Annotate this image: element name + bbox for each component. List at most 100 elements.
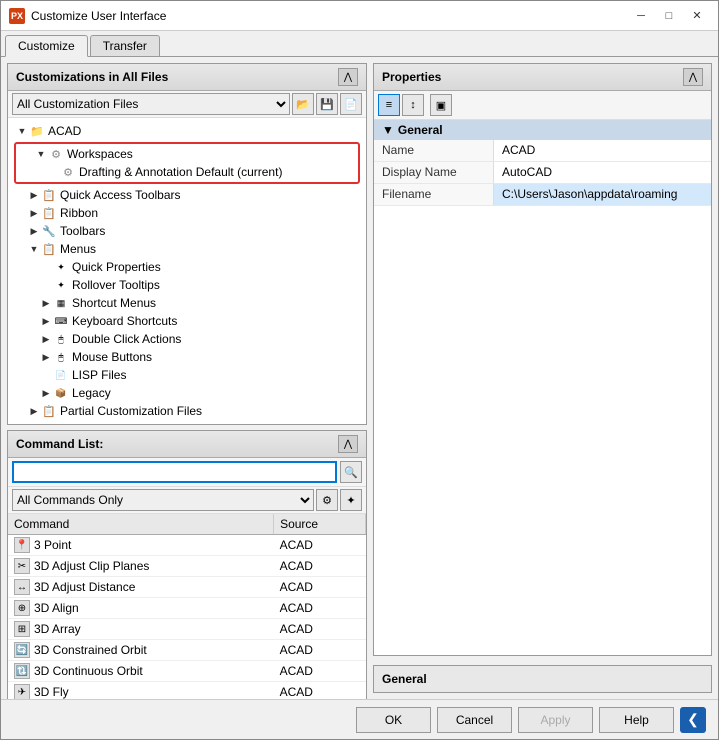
save-button[interactable]: 💾 [316, 93, 338, 115]
expand-legacy[interactable]: ▶ [40, 387, 52, 399]
props-list-btn[interactable]: ≡ [378, 94, 400, 116]
filter-btn-2[interactable]: ✦ [340, 489, 362, 511]
expand-rollover[interactable] [40, 279, 52, 291]
expand-workspaces[interactable]: ▼ [35, 148, 47, 160]
titlebar-controls: ─ □ ✕ [628, 6, 710, 26]
tree-item-quickprops[interactable]: ✦ Quick Properties [10, 258, 364, 276]
window-title: Customize User Interface [31, 9, 166, 23]
tree-item-shortcutmenus[interactable]: ▶ ▦ Shortcut Menus [10, 294, 364, 312]
expand-partialcust[interactable]: ▶ [28, 405, 40, 417]
cancel-button[interactable]: Cancel [437, 707, 512, 733]
shortcutmenus-label: Shortcut Menus [72, 296, 156, 310]
expand-menus[interactable]: ▼ [28, 243, 40, 255]
tab-transfer[interactable]: Transfer [90, 35, 160, 56]
expand-quickaccess[interactable]: ▶ [28, 189, 40, 201]
section-collapse-icon: ▼ [382, 123, 394, 137]
table-row[interactable]: ⊕ 3D Align ACAD [8, 598, 366, 619]
table-row[interactable]: 🔄 3D Constrained Orbit ACAD [8, 640, 366, 661]
cmd-source-cell: ACAD [274, 640, 366, 661]
command-collapse-button[interactable]: ⋀ [338, 435, 358, 453]
tree-item-toolbars[interactable]: ▶ 🔧 Toolbars [10, 222, 364, 240]
command-search-row: 🔍 [8, 458, 366, 487]
search-button[interactable]: 🔍 [340, 461, 362, 483]
props-content: ▼ General Name ACAD Display Name AutoCAD… [374, 120, 711, 655]
cmd-name: 3D Fly [34, 685, 69, 699]
minimize-button[interactable]: ─ [628, 6, 654, 26]
expand-mousebuttons[interactable]: ▶ [40, 351, 52, 363]
tree-item-partialcust[interactable]: ▶ 📋 Partial Customization Files [10, 402, 364, 420]
customizations-title: Customizations in All Files [16, 70, 168, 84]
table-row[interactable]: ⊞ 3D Array ACAD [8, 619, 366, 640]
close-button[interactable]: ✕ [684, 6, 710, 26]
cmd-name-cell: ✈ 3D Fly [8, 682, 274, 700]
cmd-icon: 🔃 [14, 663, 30, 679]
expand-shortcutmenus[interactable]: ▶ [40, 297, 52, 309]
command-table: Command Source 📍 3 Point ACAD [8, 514, 366, 699]
expand-doubleclick[interactable]: ▶ [40, 333, 52, 345]
tree-item-keyboard[interactable]: ▶ ⌨ Keyboard Shortcuts [10, 312, 364, 330]
table-row[interactable]: 🔃 3D Continuous Orbit ACAD [8, 661, 366, 682]
customization-files-select[interactable]: All Customization Files [12, 93, 290, 115]
left-panel: Customizations in All Files ⋀ All Custom… [7, 63, 367, 693]
tree-item-doubleclick[interactable]: ▶ 🖱 Double Click Actions [10, 330, 364, 348]
header-controls: ⋀ [338, 68, 358, 86]
table-row[interactable]: ✈ 3D Fly ACAD [8, 682, 366, 700]
expand-toolbars[interactable]: ▶ [28, 225, 40, 237]
table-row[interactable]: 📍 3 Point ACAD [8, 535, 366, 556]
cmd-source-cell: ACAD [274, 535, 366, 556]
nav-back-button[interactable]: ❮ [680, 707, 706, 733]
table-row[interactable]: ✂ 3D Adjust Clip Planes ACAD [8, 556, 366, 577]
main-content: Customizations in All Files ⋀ All Custom… [1, 57, 718, 699]
titlebar: PX Customize User Interface ─ □ ✕ [1, 1, 718, 31]
cmd-name: 3D Continuous Orbit [34, 664, 143, 678]
partialcust-label: Partial Customization Files [60, 404, 202, 418]
props-sort-btn[interactable]: ↕ [402, 94, 424, 116]
tree-item-legacy[interactable]: ▶ 📦 Legacy [10, 384, 364, 402]
tab-customize[interactable]: Customize [5, 35, 88, 57]
ribbon-label: Ribbon [60, 206, 98, 220]
tree-item-ribbon[interactable]: ▶ 📋 Ribbon [10, 204, 364, 222]
apply-button[interactable]: Apply [518, 707, 593, 733]
tree-item-menus[interactable]: ▼ 📋 Menus [10, 240, 364, 258]
tree-item-workspaces[interactable]: ▼ ⚙ Workspaces [17, 145, 357, 163]
tree-item-quickaccess[interactable]: ▶ 📋 Quick Access Toolbars [10, 186, 364, 204]
rollover-icon: ✦ [53, 277, 69, 293]
help-button[interactable]: Help [599, 707, 674, 733]
name-value: ACAD [494, 140, 711, 161]
props-cat-btn[interactable]: ▣ [430, 94, 452, 116]
lisp-icon: 📄 [53, 367, 69, 383]
load-file-button[interactable]: 📂 [292, 93, 314, 115]
acad-label: ACAD [48, 124, 81, 138]
cmd-name-cell: ↔ 3D Adjust Distance [8, 577, 274, 598]
cmd-source-cell: ACAD [274, 661, 366, 682]
collapse-all-button[interactable]: ⋀ [338, 68, 358, 86]
maximize-button[interactable]: □ [656, 6, 682, 26]
expand-lisp[interactable] [40, 369, 52, 381]
command-search-input[interactable] [12, 461, 337, 483]
filter-btn-1[interactable]: ⚙ [316, 489, 338, 511]
customizations-panel: Customizations in All Files ⋀ All Custom… [7, 63, 367, 425]
tree-item-lisp[interactable]: 📄 LISP Files [10, 366, 364, 384]
quickaccess-icon: 📋 [41, 187, 57, 203]
tree-item-drafting[interactable]: ⚙ Drafting & Annotation Default (current… [17, 163, 357, 181]
cmd-source-cell: ACAD [274, 598, 366, 619]
expand-drafting[interactable] [47, 166, 59, 178]
col-command: Command [8, 514, 274, 535]
tree-item-acad[interactable]: ▼ 📁 ACAD [10, 122, 364, 140]
properties-collapse-button[interactable]: ⋀ [683, 68, 703, 86]
ribbon-icon: 📋 [41, 205, 57, 221]
expand-keyboard[interactable]: ▶ [40, 315, 52, 327]
new-file-button[interactable]: 📄 [340, 93, 362, 115]
customizations-toolbar: All Customization Files 📂 💾 📄 [8, 91, 366, 118]
props-row-displayname: Display Name AutoCAD [374, 162, 711, 184]
expand-acad[interactable]: ▼ [16, 125, 28, 137]
table-row[interactable]: ↔ 3D Adjust Distance ACAD [8, 577, 366, 598]
filename-value: C:\Users\Jason\appdata\roaming [494, 184, 711, 205]
tree-container: ▼ 📁 ACAD ▼ ⚙ Workspaces [8, 118, 366, 424]
expand-ribbon[interactable]: ▶ [28, 207, 40, 219]
tree-item-rollover[interactable]: ✦ Rollover Tooltips [10, 276, 364, 294]
expand-quickprops[interactable] [40, 261, 52, 273]
command-filter-select[interactable]: All Commands Only Commands Only Menus On… [12, 489, 314, 511]
ok-button[interactable]: OK [356, 707, 431, 733]
tree-item-mousebuttons[interactable]: ▶ 🖱 Mouse Buttons [10, 348, 364, 366]
